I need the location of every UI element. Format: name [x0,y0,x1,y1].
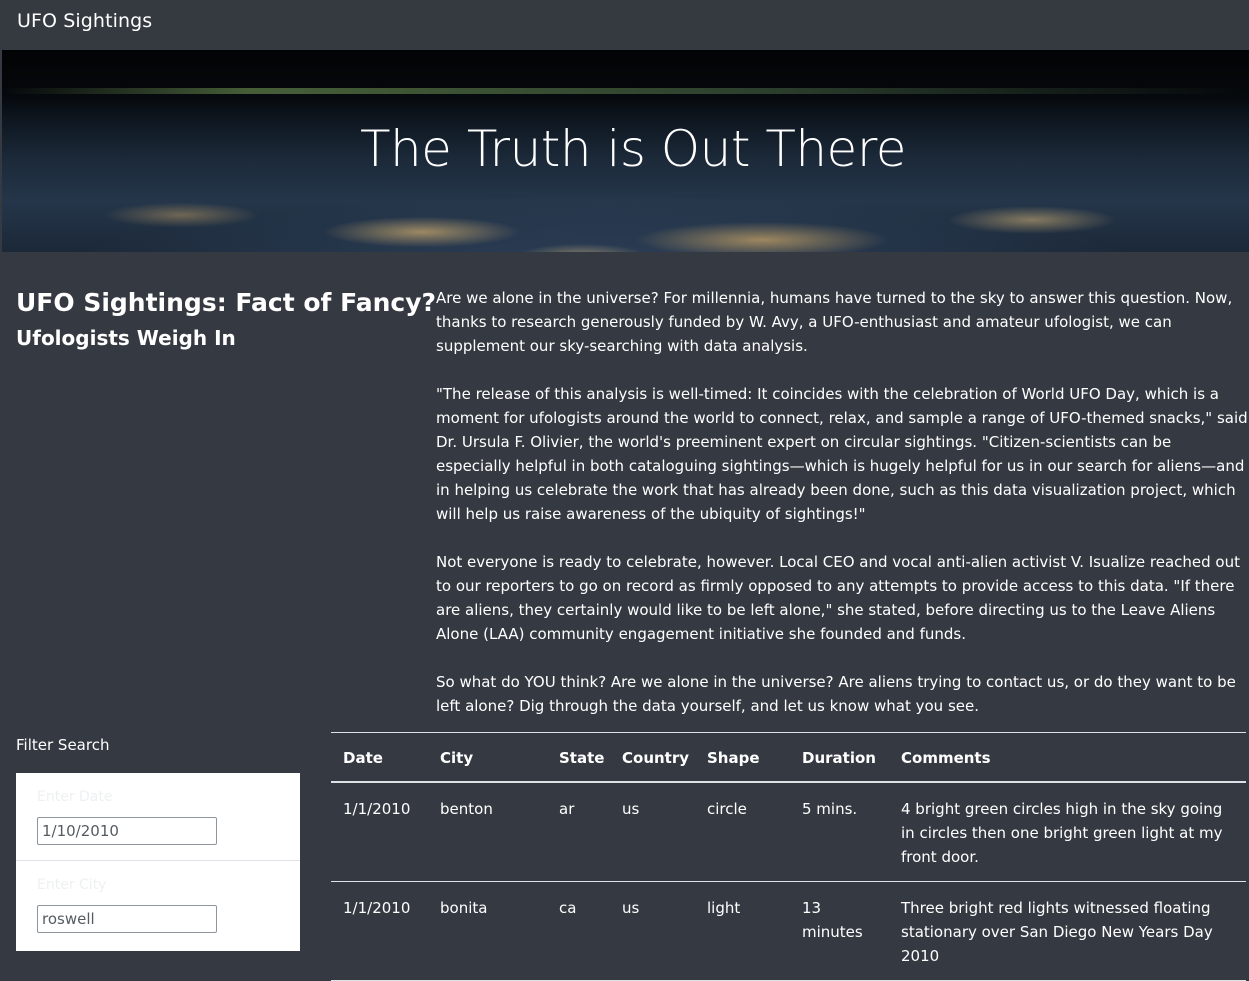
date-filter-label: Enter Date [37,789,113,805]
filter-panel: Enter Date Enter City [16,773,300,951]
hero-title: The Truth is Out There [359,120,907,178]
cell-comments: 4 bright green circles high in the sky g… [889,782,1246,882]
atmosphere-glow [2,88,1249,94]
cell-date: 1/1/2010 [331,782,428,882]
table-row: 1/1/2010 bonita ca us light 13 minutes T… [331,881,1246,981]
column-header-duration: Duration [790,732,889,783]
sightings-table: Date City State Country Shape Duration C… [331,732,1246,981]
page-title: UFO Sightings: Fact of Fancy? [16,288,437,317]
filter-heading: Filter Search [16,736,110,754]
column-header-shape: Shape [695,732,790,783]
cell-duration: 13 minutes [790,881,889,981]
cell-comments: Three bright red lights witnessed floati… [889,881,1246,981]
table-header-row: Date City State Country Shape Duration C… [331,732,1246,783]
filter-item-date: Enter Date [16,773,300,860]
column-header-country: Country [610,732,695,783]
city-filter-input[interactable] [37,905,217,933]
table-row: 1/1/2010 benton ar us circle 5 mins. 4 b… [331,782,1246,882]
cell-state: ar [547,782,610,882]
column-header-city: City [428,732,547,783]
date-filter-input[interactable] [37,817,217,845]
cell-city: benton [428,782,547,882]
cell-duration: 5 mins. [790,782,889,882]
cell-country: us [610,881,695,981]
article-paragraph: So what do YOU think? Are we alone in th… [436,673,1236,715]
article-paragraph: "The release of this analysis is well-ti… [436,385,1248,523]
cell-shape: circle [695,782,790,882]
city-filter-label: Enter City [37,877,107,893]
column-header-state: State [547,732,610,783]
article-paragraph: Are we alone in the universe? For millen… [436,289,1233,355]
page-subtitle: Ufologists Weigh In [16,326,236,350]
brand-link[interactable]: UFO Sightings [17,10,152,32]
cell-shape: light [695,881,790,981]
cell-city: bonita [428,881,547,981]
cell-state: ca [547,881,610,981]
article-paragraph: Not everyone is ready to celebrate, howe… [436,553,1240,643]
filter-item-city: Enter City [16,860,300,948]
article-body: Are we alone in the universe? For millen… [436,286,1248,742]
navbar: UFO Sightings [0,0,1249,48]
column-header-comments: Comments [889,732,1246,783]
hero-banner: The Truth is Out There [2,50,1249,252]
cell-country: us [610,782,695,882]
column-header-date: Date [331,732,428,783]
cell-date: 1/1/2010 [331,881,428,981]
